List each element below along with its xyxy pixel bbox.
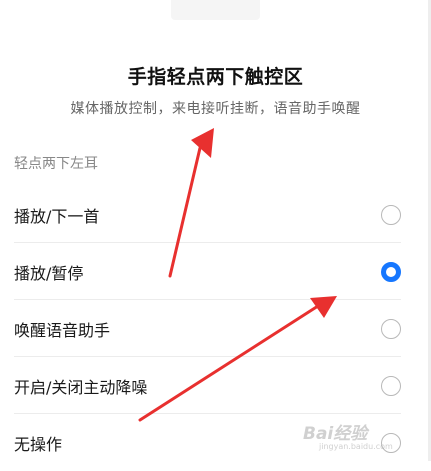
page-subtitle: 媒体播放控制，来电接听挂断，语音助手唤醒	[70, 101, 361, 117]
watermark-text: Bai经验	[303, 424, 368, 444]
option-label: 播放/暂停	[14, 263, 84, 283]
option-noise-cancel[interactable]: 开启/关闭主动降噪	[0, 357, 431, 414]
radio-button-checked[interactable]	[381, 261, 401, 282]
radio-button[interactable]	[381, 204, 401, 225]
option-label: 无操作	[14, 434, 63, 454]
watermark-logo: Bai经验 jingyan.baidu.com	[303, 419, 413, 453]
option-play-next[interactable]: 播放/下一首	[0, 186, 431, 243]
option-label: 唤醒语音助手	[14, 320, 111, 340]
top-handle	[171, 0, 260, 20]
watermark-url: jingyan.baidu.com	[319, 442, 393, 451]
radio-button[interactable]	[381, 375, 401, 396]
radio-button[interactable]	[381, 318, 401, 339]
option-play-pause[interactable]: 播放/暂停	[0, 243, 431, 300]
option-voice-assistant[interactable]: 唤醒语音助手	[0, 300, 431, 357]
option-label: 播放/下一首	[14, 206, 100, 226]
section-label: 轻点两下左耳	[14, 156, 98, 172]
page-title: 手指轻点两下触控区	[127, 66, 304, 88]
option-label: 开启/关闭主动降噪	[14, 377, 148, 397]
